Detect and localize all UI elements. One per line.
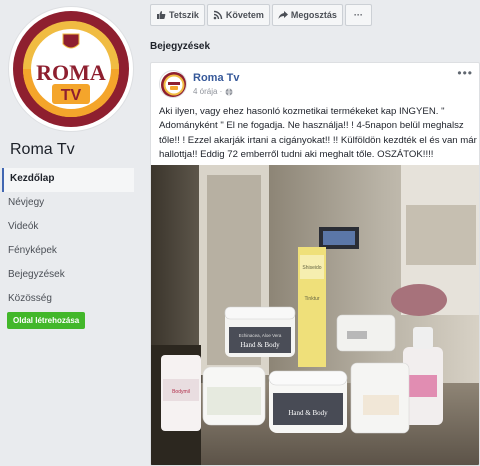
- more-dots-icon: ···: [353, 10, 363, 20]
- nav-item-posts[interactable]: Bejegyzések: [2, 264, 134, 288]
- like-label: Tetszik: [169, 10, 199, 20]
- page-action-bar: Tetszik Követem Megosztás ···: [150, 4, 372, 26]
- nav-item-community[interactable]: Közösség: [2, 288, 134, 312]
- more-actions-button[interactable]: ···: [344, 4, 372, 26]
- post-timestamp[interactable]: 4 órája ·: [193, 87, 233, 96]
- cosmetics-photo: Echinacea, Aloe Vera Hand & Body Shiseid…: [151, 165, 479, 465]
- roma-tv-avatar-logo: [161, 72, 186, 97]
- globe-icon: [225, 87, 233, 96]
- svg-text:Hand & Body: Hand & Body: [288, 409, 328, 417]
- svg-text:Bodymil: Bodymil: [172, 389, 190, 395]
- jar-back: Echinacea, Aloe Vera Hand & Body: [224, 306, 296, 357]
- rss-icon: [213, 10, 223, 20]
- share-arrow-icon: [278, 11, 288, 19]
- nav-item-home[interactable]: Kezdőlap: [2, 168, 134, 192]
- svg-text:Hand & Body: Hand & Body: [240, 341, 280, 349]
- post-card: Roma Tv 4 órája · ••• Aki ilyen, vagy eh…: [150, 62, 480, 466]
- follow-label: Követem: [225, 10, 264, 20]
- svg-text:Echinacea, Aloe Vera: Echinacea, Aloe Vera: [239, 333, 282, 338]
- svg-text:TV: TV: [61, 87, 82, 104]
- post-time-text: 4 órája ·: [193, 87, 223, 96]
- post-avatar[interactable]: [159, 70, 187, 98]
- jar-front: Hand & Body: [268, 370, 348, 433]
- post-author-link[interactable]: Roma Tv: [193, 72, 239, 84]
- left-column: ROMA TV Roma Tv Kezdőlap Névjegy Videók …: [0, 0, 142, 466]
- follow-button[interactable]: Követem: [206, 4, 270, 26]
- svg-text:ROMA: ROMA: [36, 60, 106, 85]
- roma-tv-logo: ROMA TV: [13, 11, 129, 127]
- post-text: Aki ilyen, vagy ehez hasonló kozmetikai …: [159, 106, 477, 160]
- create-page-button[interactable]: Oldal létrehozása: [7, 312, 86, 329]
- svg-text:Tinktur: Tinktur: [304, 296, 319, 302]
- thumbs-up-icon: [157, 11, 166, 19]
- tube: Shiseido Tinktur: [298, 247, 326, 367]
- like-button[interactable]: Tetszik: [150, 4, 205, 26]
- nav-item-photos[interactable]: Fényképek: [2, 240, 134, 264]
- post-photo[interactable]: Echinacea, Aloe Vera Hand & Body Shiseid…: [151, 165, 479, 465]
- section-title: Bejegyzések: [150, 41, 211, 52]
- share-label: Megosztás: [290, 10, 337, 20]
- nav-item-about[interactable]: Névjegy: [2, 192, 134, 216]
- post-options-icon[interactable]: •••: [457, 66, 473, 80]
- page-name[interactable]: Roma Tv: [10, 141, 75, 159]
- share-button[interactable]: Megosztás: [271, 4, 343, 26]
- page-nav: Kezdőlap Névjegy Videók Fényképek Bejegy…: [2, 168, 134, 312]
- nav-item-videos[interactable]: Videók: [2, 216, 134, 240]
- small-bottle: Bodymil: [161, 355, 201, 431]
- page-profile-picture[interactable]: ROMA TV: [8, 6, 134, 132]
- svg-text:Shiseido: Shiseido: [302, 265, 321, 271]
